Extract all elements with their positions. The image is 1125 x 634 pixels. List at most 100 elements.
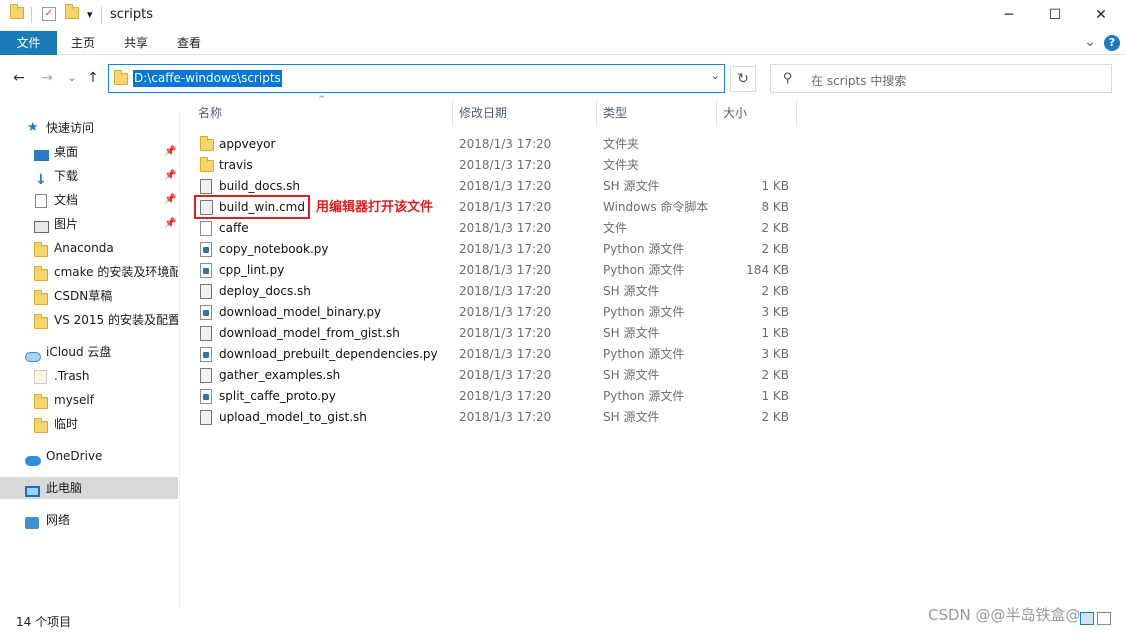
file-name[interactable]: download_prebuilt_dependencies.py (219, 344, 438, 365)
file-type: 文件夹 (603, 158, 640, 172)
forward-button[interactable]: → (38, 68, 56, 88)
sidebar-item-downloads[interactable]: ↓ 下载 📌 (0, 165, 178, 187)
file-name[interactable]: upload_model_to_gist.sh (219, 407, 367, 428)
minimize-button[interactable]: ─ (986, 0, 1032, 31)
sidebar-item-temp[interactable]: 临时 (0, 413, 178, 435)
sidebar-item-csdn[interactable]: CSDN草稿 (0, 285, 178, 307)
tab-home[interactable]: 主页 (62, 31, 104, 55)
annotation-text: 用编辑器打开该文件 (316, 200, 434, 215)
expand-ribbon-icon[interactable]: ⌄ (1082, 31, 1098, 55)
file-size: 1 KB (761, 179, 789, 193)
column-header-type[interactable]: 类型 (597, 100, 717, 126)
sidebar-item-cmake[interactable]: cmake 的安装及环境配 (0, 261, 178, 283)
pin-icon[interactable]: 📌 (164, 189, 176, 211)
sidebar-item-anaconda[interactable]: Anaconda (0, 237, 178, 259)
sidebar-item-label: 临时 (54, 417, 79, 431)
sidebar-item-trash[interactable]: .Trash (0, 365, 178, 387)
sidebar-item-onedrive[interactable]: OneDrive (0, 445, 178, 467)
sidebar-item-icloud[interactable]: iCloud 云盘 (0, 341, 178, 363)
sidebar-item-documents[interactable]: 文档 📌 (0, 189, 178, 211)
file-row[interactable]: gather_examples.sh 2018/1/3 17:20 SH 源文件 2 … (192, 365, 802, 386)
file-date: 2018/1/3 17:20 (459, 389, 552, 403)
file-name[interactable]: cpp_lint.py (219, 260, 284, 281)
sidebar-item-this-pc[interactable]: 此电脑 (0, 477, 178, 499)
shell-script-icon (200, 410, 212, 432)
customize-quick-access-icon[interactable]: ▾ (87, 8, 93, 26)
navigation-pane: ★ 快速访问 桌面 📌 ↓ 下载 📌 文档 📌 图片 📌 Anaconda cm… (0, 110, 180, 610)
file-name[interactable]: caffe (219, 218, 249, 239)
file-size: 2 KB (761, 242, 789, 256)
file-name[interactable]: split_caffe_proto.py (219, 386, 336, 407)
file-row[interactable]: copy_notebook.py 2018/1/3 17:20 Python 源文件… (192, 239, 802, 260)
search-box[interactable]: ⚲ 在 scripts 中搜索 (770, 64, 1112, 93)
separator (31, 7, 32, 23)
file-date: 2018/1/3 17:20 (459, 263, 552, 277)
navigation-bar: ← → ⌄ ↑ D:\caffe-windows\scripts ⌄ ↻ ⚲ 在… (0, 62, 1125, 94)
file-row[interactable]: download_model_binary.py 2018/1/3 17:20 Py… (192, 302, 802, 323)
file-row[interactable]: deploy_docs.sh 2018/1/3 17:20 SH 源文件 2 KB (192, 281, 802, 302)
maximize-button[interactable]: ☐ (1032, 0, 1078, 31)
sidebar-item-quick-access[interactable]: ★ 快速访问 (0, 117, 178, 139)
refresh-button[interactable]: ↻ (730, 66, 756, 92)
sidebar-item-label: VS 2015 的安装及配置 (54, 313, 178, 327)
sidebar-item-myself[interactable]: myself (0, 389, 178, 411)
address-path[interactable]: D:\caffe-windows\scripts (133, 70, 282, 87)
file-row[interactable]: build_docs.sh 2018/1/3 17:20 SH 源文件 1 KB (192, 176, 802, 197)
help-icon[interactable]: ? (1104, 35, 1120, 51)
pin-icon[interactable]: 📌 (164, 165, 176, 187)
tab-share[interactable]: 共享 (115, 31, 157, 55)
file-row[interactable]: split_caffe_proto.py 2018/1/3 17:20 Python… (192, 386, 802, 407)
search-input[interactable]: 在 scripts 中搜索 (811, 72, 906, 89)
file-name[interactable]: download_model_binary.py (219, 302, 381, 323)
file-size: 2 KB (761, 368, 789, 382)
file-row[interactable]: appveyor 2018/1/3 17:20 文件夹 (192, 134, 802, 155)
sidebar-item-pictures[interactable]: 图片 📌 (0, 213, 178, 235)
file-type: Python 源文件 (603, 347, 685, 361)
folder-icon (34, 394, 48, 411)
file-row[interactable]: cpp_lint.py 2018/1/3 17:20 Python 源文件 184 K… (192, 260, 802, 281)
file-name[interactable]: build_docs.sh (219, 176, 300, 197)
file-name[interactable]: deploy_docs.sh (219, 281, 311, 302)
address-bar[interactable]: D:\caffe-windows\scripts ⌄ (108, 64, 725, 93)
file-row[interactable]: upload_model_to_gist.sh 2018/1/3 17:20 SH … (192, 407, 802, 428)
file-type: Windows 命令脚本 (603, 200, 709, 214)
file-row[interactable]: download_model_from_gist.sh 2018/1/3 17:2… (192, 323, 802, 344)
trash-folder-icon (34, 369, 47, 387)
address-dropdown-icon[interactable]: ⌄ (711, 69, 720, 82)
properties-icon[interactable]: ✓ (42, 7, 56, 21)
file-row[interactable]: travis 2018/1/3 17:20 文件夹 (192, 155, 802, 176)
sidebar-item-network[interactable]: 网络 (0, 509, 178, 531)
search-icon: ⚲ (783, 71, 793, 86)
details-view-icon[interactable] (1080, 612, 1094, 625)
file-name[interactable]: download_model_from_gist.sh (219, 323, 400, 344)
file-type: SH 源文件 (603, 326, 660, 340)
column-header-name[interactable]: 名称 (192, 100, 453, 126)
annotation-highlight-box (194, 195, 310, 219)
recent-locations-button[interactable]: ⌄ (63, 68, 81, 88)
tab-file[interactable]: 文件 (0, 31, 57, 55)
large-icons-view-icon[interactable] (1097, 612, 1111, 625)
up-button[interactable]: ↑ (84, 68, 102, 88)
new-folder-icon[interactable] (65, 4, 79, 25)
sidebar-item-label: 图片 (54, 217, 79, 231)
file-row[interactable]: caffe 2018/1/3 17:20 文件 2 KB (192, 218, 802, 239)
column-header-size[interactable]: 大小 (717, 100, 797, 126)
folder-icon (114, 70, 128, 85)
tab-view[interactable]: 查看 (168, 31, 210, 55)
file-name[interactable]: appveyor (219, 134, 275, 155)
file-name[interactable]: gather_examples.sh (219, 365, 340, 386)
pin-icon[interactable]: 📌 (164, 213, 176, 235)
file-type: SH 源文件 (603, 368, 660, 382)
sidebar-item-label: OneDrive (46, 449, 103, 463)
file-date: 2018/1/3 17:20 (459, 242, 552, 256)
back-button[interactable]: ← (10, 68, 28, 88)
file-row[interactable]: download_prebuilt_dependencies.py 2018/1/… (192, 344, 802, 365)
file-date: 2018/1/3 17:20 (459, 158, 552, 172)
file-name[interactable]: travis (219, 155, 253, 176)
sidebar-item-desktop[interactable]: 桌面 📌 (0, 141, 178, 163)
column-header-date[interactable]: 修改日期 (453, 100, 597, 126)
close-button[interactable]: ✕ (1078, 0, 1124, 31)
file-name[interactable]: copy_notebook.py (219, 239, 328, 260)
pin-icon[interactable]: 📌 (164, 141, 176, 163)
sidebar-item-vs2015[interactable]: VS 2015 的安装及配置 (0, 309, 178, 331)
